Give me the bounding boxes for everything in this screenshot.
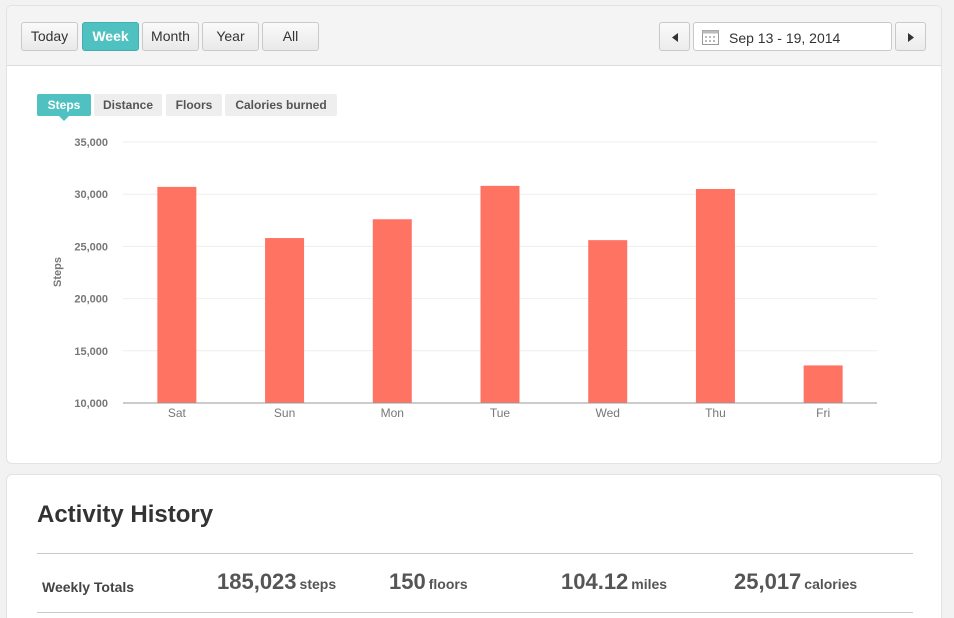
- x-tick-label: Sat: [168, 406, 187, 420]
- chart-panel: Today Week Month Year All Sep 13 - 19, 2…: [6, 5, 942, 464]
- total-calories: 25,017 calories: [734, 569, 857, 595]
- activity-history-panel: Activity History Weekly Totals 185,023 st…: [6, 474, 942, 618]
- total-floors-value: 150: [389, 569, 426, 594]
- bar-wed: [588, 240, 628, 403]
- divider: [37, 612, 913, 613]
- activity-history-title: Activity History: [37, 501, 214, 528]
- total-miles-value: 104.12: [561, 569, 629, 594]
- total-steps: 185,023 steps: [217, 569, 336, 595]
- total-calories-unit: calories: [804, 576, 858, 592]
- y-tick-label: 35,000: [74, 137, 108, 149]
- x-tick-label: Mon: [381, 406, 404, 420]
- x-tick-label: Wed: [595, 406, 619, 420]
- steps-bar-chart: 10,000 15,000 20,000 25,000 30,000 35,000 Sat S…: [52, 137, 877, 420]
- total-steps-unit: steps: [299, 576, 337, 592]
- x-tick-label: Thu: [705, 406, 726, 420]
- total-floors-unit: floors: [428, 576, 468, 592]
- bar-tue: [480, 185, 520, 403]
- y-axis-label: Steps: [52, 257, 64, 287]
- x-tick-label: Sun: [274, 406, 295, 420]
- y-tick-label: 30,000: [74, 189, 108, 201]
- bar-sat: [157, 186, 197, 403]
- divider: [37, 553, 913, 554]
- total-floors: 150 floors: [389, 569, 468, 595]
- total-calories-value: 25,017: [734, 569, 802, 594]
- y-tick-label: 15,000: [74, 346, 108, 358]
- total-miles-unit: miles: [631, 576, 668, 592]
- total-steps-value: 185,023: [217, 569, 297, 594]
- bar-mon: [372, 219, 412, 403]
- y-tick-label: 10,000: [74, 398, 108, 410]
- x-tick-label: Tue: [490, 406, 511, 420]
- bar-sun: [265, 238, 305, 403]
- bar-fri: [803, 365, 843, 403]
- weekly-totals-label: Weekly Totals: [42, 579, 135, 595]
- bar-thu: [695, 188, 735, 403]
- total-miles: 104.12 miles: [561, 569, 667, 595]
- x-tick-label: Fri: [816, 406, 830, 420]
- y-tick-label: 20,000: [74, 294, 108, 306]
- y-tick-label: 25,000: [74, 241, 108, 253]
